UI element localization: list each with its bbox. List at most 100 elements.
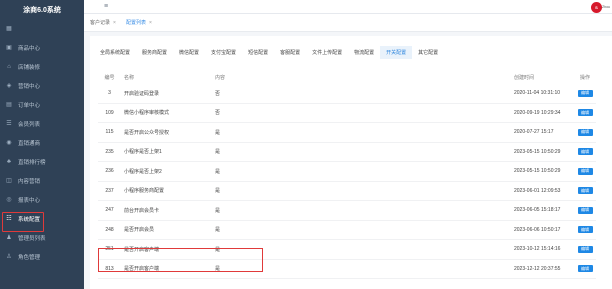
sidebar-item-marketing[interactable]: ◈ 营销中心 xyxy=(0,76,84,95)
sidebar-item-reports[interactable]: ◎ 报表中心 xyxy=(0,190,84,209)
cell-op: 编辑 xyxy=(574,109,596,117)
sidebar-item-members[interactable]: ☰ 会员列表 xyxy=(0,114,84,133)
sidebar-item-label: 角色管理 xyxy=(18,254,41,261)
edit-button[interactable]: 编辑 xyxy=(577,245,593,253)
ranking-icon: ♣ xyxy=(7,158,11,165)
sidebar-item-store[interactable]: ⌂ 店铺装修 xyxy=(0,57,84,76)
cell-id: 247 xyxy=(105,207,114,214)
cell-time: 2023-10-12 15:14:16 xyxy=(514,246,561,253)
cell-name: 是否开启会员 xyxy=(124,227,155,234)
cell-op: 编辑 xyxy=(574,89,596,97)
tab-config-list[interactable]: 配置列表 × xyxy=(124,17,154,29)
cell-id: 237 xyxy=(105,187,114,194)
admin-icon: ♟ xyxy=(6,234,12,241)
cell-value: 是 xyxy=(215,129,221,136)
highlight-box-sidebar xyxy=(2,212,44,232)
report-icon: ◎ xyxy=(6,196,12,203)
cell-time: 2023-06-05 15:18:17 xyxy=(514,207,561,214)
subtab-service[interactable]: 客服配置 xyxy=(274,46,306,59)
edit-button[interactable]: 编辑 xyxy=(577,148,593,156)
sidebar-item-label: 直销排行榜 xyxy=(18,159,46,166)
cell-name: 小程序是否上架2 xyxy=(124,168,162,175)
cell-time: 2023-05-15 10:50:29 xyxy=(514,168,561,175)
subtab-alipay[interactable]: 支付宝配置 xyxy=(205,46,242,59)
cell-name: 前台开启会员卡 xyxy=(124,207,160,214)
edit-button[interactable]: 编辑 xyxy=(577,128,593,136)
subtab-other[interactable]: 其它配置 xyxy=(412,46,444,59)
subtab-upload[interactable]: 文件上传配置 xyxy=(306,46,348,59)
header-id: 编号 xyxy=(104,74,115,81)
cell-id: 236 xyxy=(105,168,114,175)
cell-op: 编辑 xyxy=(574,128,596,136)
sidebar-item-label: 商品中心 xyxy=(18,45,41,52)
tab-label: 客户记录 xyxy=(90,20,111,26)
cell-id: 248 xyxy=(105,226,114,233)
sidebar-item-label: 营销中心 xyxy=(18,83,41,90)
edit-button[interactable]: 编辑 xyxy=(577,109,593,117)
edit-button[interactable]: 编辑 xyxy=(577,187,593,195)
tab-label: 配置列表 xyxy=(125,20,146,26)
grid-icon: ▦ xyxy=(6,25,12,32)
edit-button[interactable]: 编辑 xyxy=(577,167,593,175)
close-icon[interactable]: × xyxy=(113,20,116,26)
cell-value: 否 xyxy=(215,110,221,117)
cell-op: 编辑 xyxy=(574,265,596,273)
sidebar-item-goods[interactable]: ▣ 商品中心 xyxy=(0,38,84,57)
edit-button[interactable]: 编辑 xyxy=(577,265,593,273)
header-name: 名称 xyxy=(124,74,135,81)
config-subtabs: 全局系统配置 服务商配置 微信配置 支付宝配置 短信配置 客服配置 文件上传配置… xyxy=(94,46,444,59)
cell-op: 编辑 xyxy=(574,187,596,195)
cell-value: 是 xyxy=(215,227,221,234)
menu-toggle-icon[interactable]: ≡ xyxy=(104,3,108,10)
table-row: 248 是否开启会员 是 2023-06-06 10:50:17 编辑 xyxy=(98,221,596,240)
sidebar-item-ranking[interactable]: ♣ 直销排行榜 xyxy=(0,152,84,171)
edit-button[interactable]: 编辑 xyxy=(577,206,593,214)
header-time: 创建时间 xyxy=(514,74,535,81)
subtab-global[interactable]: 全局系统配置 xyxy=(94,46,136,59)
cell-op: 编辑 xyxy=(574,167,596,175)
subtab-wechat[interactable]: 微信配置 xyxy=(173,46,205,59)
highlight-box-row xyxy=(98,248,263,272)
table-row: 236 小程序是否上架2 是 2023-05-15 10:50:29 编辑 xyxy=(98,162,596,182)
cell-value: 是 xyxy=(215,207,221,214)
table-header: 编号 名称 内容 创建时间 操作 xyxy=(98,70,596,84)
cell-time: 2020-07-27 15:17 xyxy=(514,129,554,136)
store-icon: ⌂ xyxy=(7,63,11,70)
cell-value: 否 xyxy=(215,90,221,97)
order-icon: ▤ xyxy=(6,101,12,108)
member-icon: ☰ xyxy=(6,120,12,127)
sidebar-item-channel[interactable]: ◉ 直销通商 xyxy=(0,133,84,152)
cell-name: 小程序是否上架1 xyxy=(124,149,162,156)
cell-time: 2023-05-15 10:50:29 xyxy=(514,148,561,155)
sidebar-item-label: 订单中心 xyxy=(18,102,41,109)
sidebar-item-label: 店铺装修 xyxy=(18,64,41,71)
sidebar-item-content[interactable]: ◫ 内容营销 xyxy=(0,171,84,190)
page-tabs: 客户记录 × 配置列表 × xyxy=(84,14,612,32)
sidebar-item-roles[interactable]: ♙ 角色管理 xyxy=(0,247,84,266)
cell-name: 是否开启公众号授权 xyxy=(124,129,170,136)
cell-time: 2023-12-12 20:37:55 xyxy=(514,265,561,272)
table-row: 235 小程序是否上架1 是 2023-05-15 10:50:29 编辑 xyxy=(98,143,596,162)
table-row: 115 是否开启公众号授权 是 2020-07-27 15:17 编辑 xyxy=(98,123,596,143)
subtab-sms[interactable]: 短信配置 xyxy=(242,46,274,59)
cell-id: 109 xyxy=(105,109,114,116)
subtab-provider[interactable]: 服务商配置 xyxy=(136,46,173,59)
cell-value: 是 xyxy=(215,168,221,175)
close-icon[interactable]: × xyxy=(149,20,152,26)
user-name[interactable]: Zhou xyxy=(602,5,610,9)
app-root: 涂商6.0系统 ▦ ▣ 商品中心 ⌂ 店铺装修 ◈ 营销中心 ▤ 订单中心 ☰ … xyxy=(0,0,612,289)
role-icon: ♙ xyxy=(6,253,12,260)
content-icon: ◫ xyxy=(6,177,12,184)
subtab-switches[interactable]: 开关配置 xyxy=(380,46,413,59)
tab-customer-records[interactable]: 客户记录 × xyxy=(88,17,118,29)
avatar[interactable]: S xyxy=(591,2,602,13)
table-row: 247 前台开启会员卡 是 2023-06-05 15:18:17 编辑 xyxy=(98,201,596,221)
edit-button[interactable]: 编辑 xyxy=(577,89,593,97)
cell-value: 是 xyxy=(215,149,221,156)
subtab-logistics[interactable]: 物流配置 xyxy=(348,46,380,59)
sidebar-item-label: 会员列表 xyxy=(18,121,41,128)
header-op: 操作 xyxy=(579,74,590,81)
edit-button[interactable]: 编辑 xyxy=(577,226,593,234)
sidebar-item-orders[interactable]: ▤ 订单中心 xyxy=(0,95,84,114)
sidebar-item-collapse[interactable]: ▦ xyxy=(0,19,84,38)
